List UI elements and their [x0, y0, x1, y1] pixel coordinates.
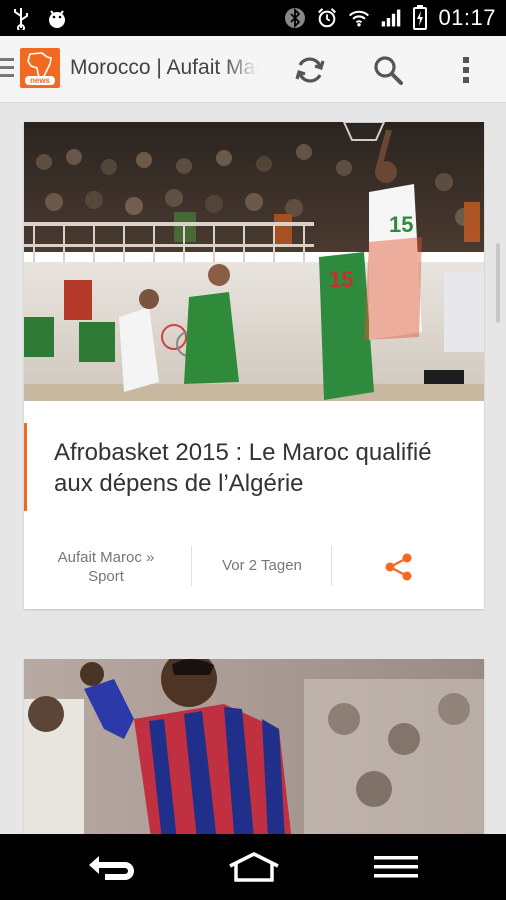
usb-icon: [14, 8, 28, 30]
home-icon: [229, 852, 279, 882]
article-headline[interactable]: Afrobasket 2015 : Le Maroc qualifié aux …: [54, 437, 464, 499]
overflow-menu-icon: [463, 57, 469, 83]
app-title[interactable]: Morocco | Aufait Maroc: [70, 56, 258, 80]
article-card[interactable]: 15 15 Afrobasket 2015 : Le Maroc qualifi…: [24, 122, 484, 609]
status-clock: 01:17: [438, 5, 496, 30]
menu-icon: [374, 856, 418, 878]
search-icon: [374, 56, 403, 85]
article-time: Vor 2 Tagen: [222, 557, 302, 574]
article-source[interactable]: Aufait Maroc » Sport: [44, 548, 168, 586]
basketball-photo: 15 15: [24, 122, 484, 401]
refresh-icon: [295, 57, 325, 83]
signal-icon: [382, 9, 401, 27]
jersey-number: 15: [329, 267, 353, 292]
article-image[interactable]: 15 15: [24, 122, 484, 401]
search-button[interactable]: [368, 50, 408, 90]
refresh-button[interactable]: [290, 50, 330, 90]
article-meta: Aufait Maroc » Sport Vor 2 Tagen: [24, 542, 484, 588]
article-card[interactable]: [24, 659, 484, 834]
status-right-icons: 01:17: [284, 5, 496, 31]
jersey-number: 15: [389, 212, 413, 237]
headline-accent-bar: [24, 423, 27, 511]
app-logo[interactable]: news: [20, 48, 60, 88]
app-bar: news Morocco | Aufait Maroc: [0, 36, 506, 103]
share-icon: [385, 553, 412, 581]
meta-divider: [331, 546, 332, 586]
back-button[interactable]: [82, 848, 142, 886]
overflow-menu-button[interactable]: [446, 50, 486, 90]
article-headline-block[interactable]: Afrobasket 2015 : Le Maroc qualifié aux …: [24, 423, 484, 513]
share-button[interactable]: [384, 552, 414, 582]
status-left-icons: [10, 6, 68, 30]
article-feed[interactable]: 15 15 Afrobasket 2015 : Le Maroc qualifi…: [0, 103, 506, 834]
menu-button[interactable]: [366, 848, 426, 886]
app-logo-text: news: [29, 76, 50, 85]
alarm-icon: [318, 8, 337, 28]
wifi-icon: [349, 10, 370, 27]
bluetooth-icon: [285, 7, 306, 29]
android-debug-icon: [49, 10, 65, 28]
article-image[interactable]: [24, 659, 484, 834]
drawer-toggle-icon[interactable]: [0, 58, 14, 80]
back-icon: [89, 856, 134, 880]
status-bar: 01:17: [0, 0, 506, 36]
navigation-bar: [0, 834, 506, 900]
football-photo: [24, 659, 484, 834]
feed-scrollbar[interactable]: [496, 243, 500, 323]
battery-charging-icon: [413, 5, 428, 30]
home-button[interactable]: [224, 848, 284, 886]
